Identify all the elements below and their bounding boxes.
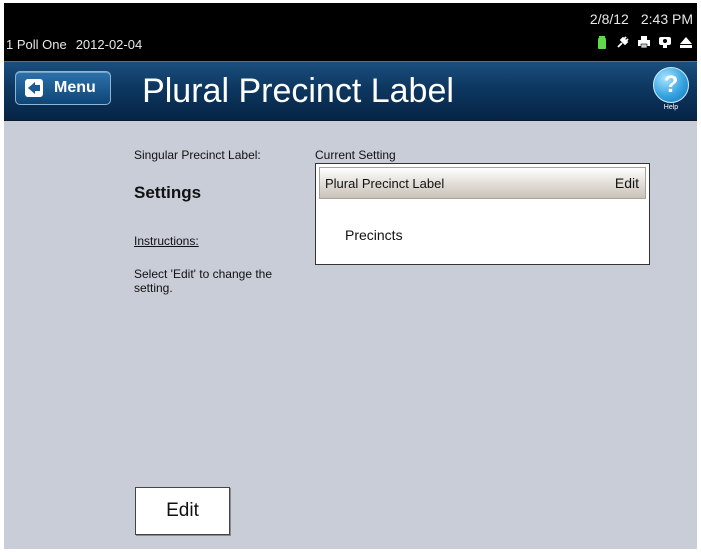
poll-name: 1 Poll One [6,37,67,52]
setting-row[interactable]: Plural Precinct Label Edit [319,167,646,199]
edit-button[interactable]: Edit [135,487,230,535]
power-plug-icon [616,35,630,49]
current-setting-panel: Plural Precinct Label Edit Precincts [315,163,650,265]
date-time: 2/8/12 2:43 PM [590,11,693,27]
current-time: 2:43 PM [640,11,693,27]
poll-date: 2012-02-04 [75,37,143,52]
setting-row-title: Plural Precinct Label [325,175,445,191]
current-setting-label: Current Setting [315,148,396,162]
poll-info: 1 Poll One 2012-02-04 [6,37,142,52]
setting-value: Precincts [345,227,403,243]
help-icon: ? [653,67,689,103]
help-label: Help [663,104,679,111]
battery-icon [595,35,609,49]
section-name: Settings [134,183,202,202]
instructions-text: Select 'Edit' to change the setting. [134,267,273,295]
header-bar: Menu Plural Precinct Label ? Help [4,61,697,121]
instructions-title: Instructions: [134,234,199,248]
network-icon [658,35,672,49]
app-window: 1 Poll One 2012-02-04 2/8/12 2:43 PM Men… [4,3,697,549]
help-button[interactable]: ? Help [653,67,689,113]
singular-precinct-label: Singular Precinct Label: [134,148,261,162]
status-bar: 1 Poll One 2012-02-04 2/8/12 2:43 PM [4,3,697,61]
setting-edit-link[interactable]: Edit [615,175,639,191]
page-title: Plural Precinct Label [142,72,454,110]
eject-icon [679,35,693,49]
status-icons [595,33,693,51]
printer-icon [637,35,651,49]
current-date: 2/8/12 [589,11,629,27]
